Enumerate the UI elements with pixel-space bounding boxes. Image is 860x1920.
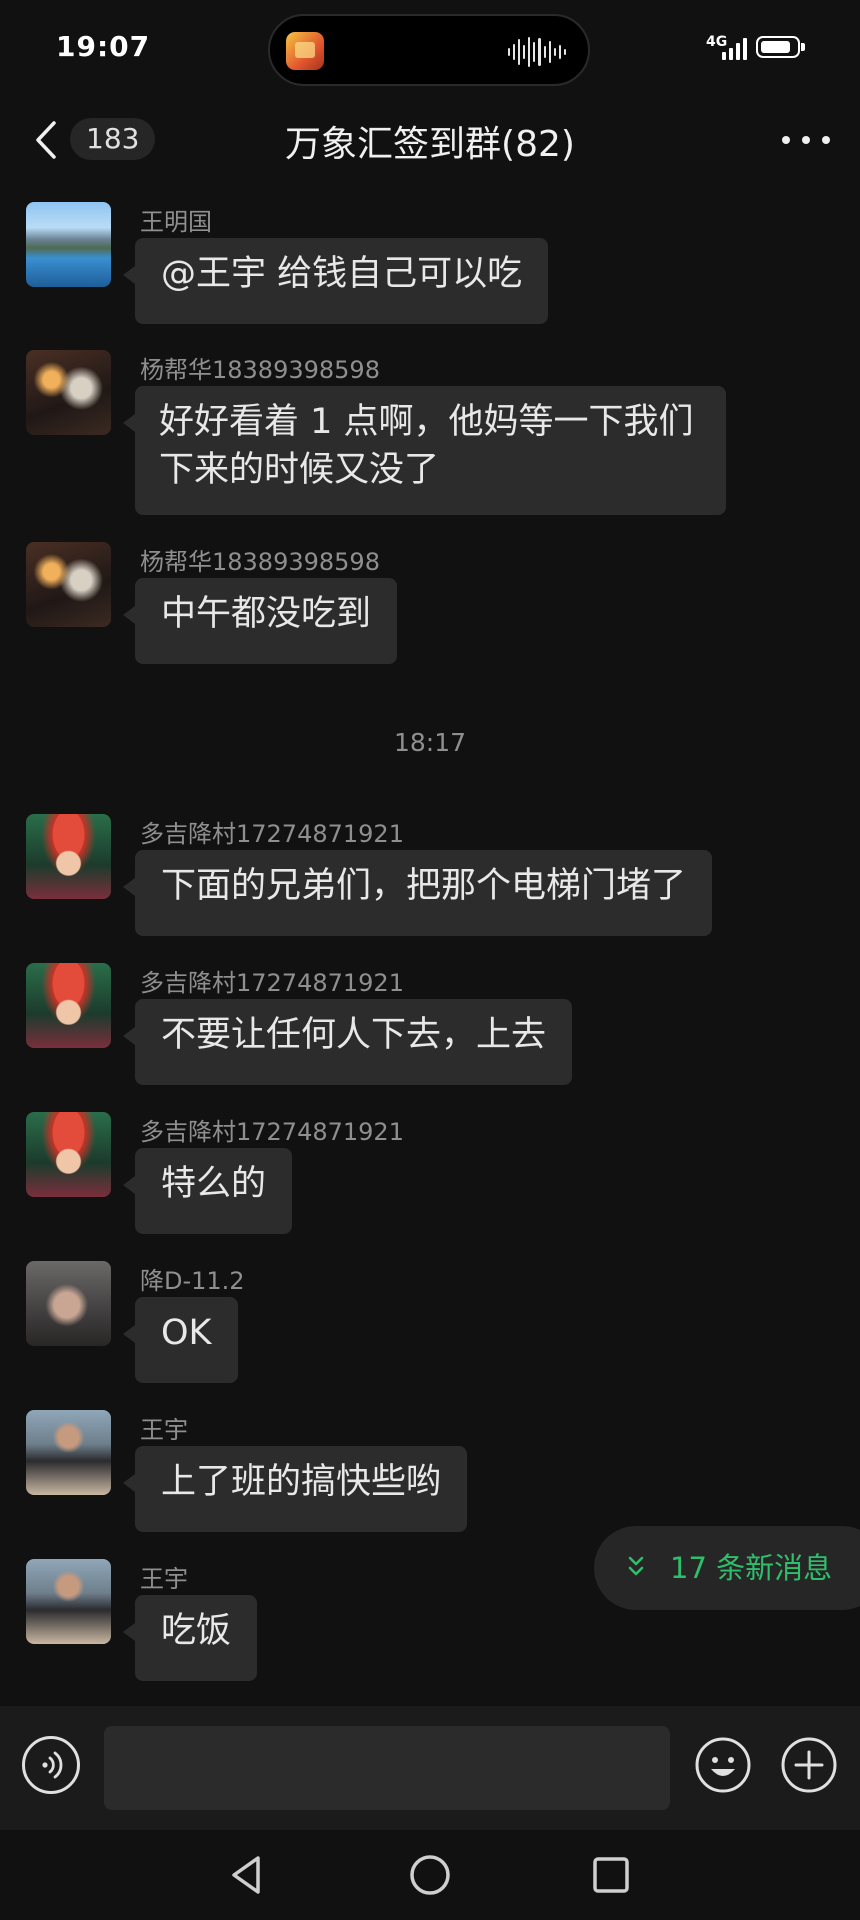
system-back-button[interactable]	[224, 1852, 270, 1898]
sender-name: 多吉降村17274871921	[140, 969, 404, 997]
voice-icon	[42, 1751, 63, 1779]
system-navigation-bar	[0, 1830, 860, 1920]
new-messages-label: 17 条新消息	[670, 1551, 833, 1585]
emoji-icon	[695, 1737, 751, 1793]
more-button[interactable]	[782, 123, 830, 157]
status-time: 19:07	[56, 30, 151, 63]
message-timestamp: 18:17	[393, 728, 467, 757]
sender-name: 王明国	[140, 208, 212, 236]
sender-name: 多吉降村17274871921	[140, 820, 404, 848]
emoji-button[interactable]	[694, 1736, 752, 1794]
square-recents-icon	[593, 1857, 629, 1893]
message-bubble[interactable]: 下面的兄弟们，把那个电梯门堵了	[122, 850, 713, 936]
input-bar	[0, 1706, 860, 1830]
message-bubble[interactable]: 好好看着 1 点啊，他妈等一下我们下来的时候又没了	[123, 386, 726, 515]
sender-name: 王宇	[140, 1565, 188, 1593]
sender-avatar[interactable]	[26, 814, 111, 899]
chat-title: 万象汇签到群(82)	[285, 124, 575, 165]
sender-name: 降D-11.2	[140, 1267, 245, 1295]
sender-avatar[interactable]	[26, 1261, 111, 1346]
battery-icon	[756, 36, 805, 58]
sender-avatar[interactable]	[26, 202, 111, 287]
message-bubble[interactable]: 不要让任何人下去，上去	[122, 999, 573, 1085]
plus-icon	[781, 1737, 837, 1793]
sender-name: 多吉降村17274871921	[140, 1118, 404, 1146]
more-horizontal-icon	[782, 136, 790, 144]
message-bubble[interactable]: 特么的	[122, 1148, 293, 1234]
sender-name: 杨帮华18389398598	[140, 548, 380, 576]
battery-level	[761, 41, 790, 53]
voice-button[interactable]	[22, 1736, 80, 1794]
sender-avatar[interactable]	[26, 963, 111, 1048]
system-recents-button[interactable]	[588, 1852, 634, 1898]
message-bubble[interactable]: @王宇 给钱自己可以吃	[122, 238, 549, 324]
sender-avatar[interactable]	[26, 1112, 111, 1197]
app-icon	[286, 32, 324, 70]
signal-icon	[722, 34, 747, 60]
new-messages-button[interactable]: 17 条新消息	[594, 1526, 860, 1610]
message-bubble[interactable]: 上了班的搞快些哟	[122, 1446, 468, 1532]
sender-avatar[interactable]	[26, 1410, 111, 1495]
triangle-back-icon	[232, 1856, 260, 1894]
sender-name: 杨帮华18389398598	[140, 356, 380, 384]
status-bar: 19:07 4G	[0, 0, 860, 100]
audio-wave-icon	[508, 36, 566, 68]
plus-button[interactable]	[780, 1736, 838, 1794]
message-bubble[interactable]: OK	[123, 1297, 238, 1383]
message-input[interactable]	[104, 1726, 670, 1810]
circle-home-icon	[410, 1855, 450, 1895]
double-chevron-down-icon	[628, 1556, 644, 1576]
sender-name: 王宇	[140, 1416, 188, 1444]
sender-avatar[interactable]	[26, 542, 111, 627]
chat-header: 183 万象汇签到群(82)	[0, 105, 860, 175]
sender-avatar[interactable]	[26, 350, 111, 435]
sender-avatar[interactable]	[26, 1559, 111, 1644]
dynamic-island[interactable]	[268, 14, 590, 86]
message-bubble[interactable]: 中午都没吃到	[122, 578, 398, 664]
message-bubble[interactable]: 吃饭	[122, 1595, 258, 1681]
system-home-button[interactable]	[407, 1852, 453, 1898]
